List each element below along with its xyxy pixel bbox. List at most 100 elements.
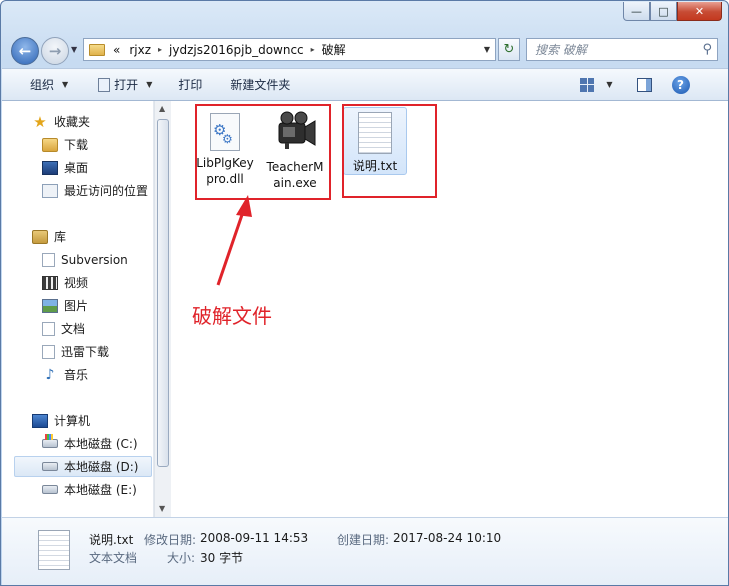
refresh-icon: ↻	[503, 42, 515, 57]
organize-button[interactable]: 组织 ▼	[30, 76, 68, 93]
new-folder-button[interactable]: 新建文件夹	[230, 76, 290, 93]
annotation-label: 破解文件	[192, 304, 272, 328]
sidebar-item-desktop[interactable]: 桌面	[42, 157, 88, 178]
breadcrumb-item[interactable]: rjxz	[129, 43, 151, 57]
sidebar-item-label: 库	[54, 230, 67, 244]
video-icon	[42, 275, 58, 290]
chevron-down-icon: ▼	[146, 80, 153, 89]
details-size-value: 30 字节	[200, 551, 244, 565]
sidebar-item-label: 视频	[64, 276, 89, 290]
annotation-arrow-icon	[216, 195, 252, 286]
sidebar-item-label: 桌面	[64, 161, 89, 175]
details-type: 文本文档	[89, 551, 138, 565]
help-icon: ?	[671, 75, 690, 94]
sidebar-item-recent-places[interactable]: 最近访问的位置	[42, 180, 148, 201]
address-history-icon[interactable]: ▼	[484, 45, 490, 54]
minimize-button[interactable]: —	[623, 2, 650, 21]
arrow-left-icon: ←	[18, 42, 32, 60]
command-bar: 组织 ▼ 打开 ▼ 打印 新建文件夹 ▼ ?	[2, 68, 728, 101]
refresh-button[interactable]: ↻	[498, 38, 520, 61]
search-placeholder: 搜索 破解	[535, 43, 587, 57]
chevron-down-icon: ▼	[71, 45, 78, 54]
star-icon: ★	[33, 112, 47, 131]
document-icon	[42, 252, 55, 267]
sidebar-item-drive-d[interactable]: 本地磁盘 (D:)	[14, 456, 152, 477]
maximize-icon: □	[658, 4, 669, 18]
sidebar-item-label: 迅雷下载	[61, 345, 110, 359]
sidebar-item-label: 收藏夹	[54, 115, 91, 129]
breadcrumb-item[interactable]: 破解	[322, 41, 346, 58]
preview-pane-button[interactable]	[636, 77, 652, 92]
scroll-up-icon[interactable]: ▲	[159, 104, 165, 113]
sidebar-item-label: 图片	[64, 299, 89, 313]
sidebar-item-documents[interactable]: 文档	[42, 318, 85, 339]
sidebar-item-label: 本地磁盘 (E:)	[64, 483, 137, 497]
details-modified-label: 修改日期:	[144, 533, 197, 547]
sidebar-item-label: 本地磁盘 (D:)	[64, 460, 139, 474]
breadcrumb-overflow[interactable]: «	[113, 43, 120, 57]
close-button[interactable]: ✕	[677, 2, 722, 21]
details-pane: 说明.txt 文本文档 修改日期: 2008-09-11 14:53 创建日期:…	[2, 517, 728, 585]
sidebar-item-drive-e[interactable]: 本地磁盘 (E:)	[42, 479, 137, 500]
sidebar-item-thunder-downloads[interactable]: 迅雷下载	[42, 341, 109, 362]
details-created-value: 2017-08-24 10:10	[393, 531, 502, 545]
print-button[interactable]: 打印	[178, 76, 202, 93]
library-icon	[32, 229, 48, 244]
print-label: 打印	[178, 78, 203, 92]
document-icon	[42, 344, 55, 359]
sidebar-item-drive-c[interactable]: 本地磁盘 (C:)	[42, 433, 138, 454]
details-created-label: 创建日期:	[337, 533, 390, 547]
open-button[interactable]: 打开 ▼	[98, 76, 152, 93]
document-icon	[42, 321, 55, 336]
sidebar-item-label: 最近访问的位置	[64, 184, 149, 198]
scroll-thumb[interactable]	[157, 119, 169, 467]
sidebar-item-label: Subversion	[61, 252, 128, 267]
breadcrumb-separator-icon[interactable]: ▸	[158, 45, 162, 54]
navigation-scrollbar[interactable]: ▲ ▼	[154, 101, 171, 517]
recent-pages-dropdown[interactable]: ▼	[71, 45, 77, 54]
sidebar-item-music[interactable]: ♪ 音乐	[42, 364, 88, 385]
forward-button[interactable]: →	[41, 37, 69, 65]
recent-places-icon	[42, 183, 58, 198]
chevron-down-icon: ▼	[606, 80, 613, 89]
sidebar-item-downloads[interactable]: 下载	[42, 134, 88, 155]
annotation-box-readme	[342, 104, 437, 198]
music-note-icon: ♪	[45, 366, 55, 383]
search-icon[interactable]: ⚲	[702, 42, 712, 57]
sidebar-item-computer[interactable]: 计算机	[32, 410, 90, 431]
arrow-right-icon: →	[48, 42, 62, 60]
open-label: 打开	[114, 78, 139, 92]
sidebar-item-videos[interactable]: 视频	[42, 272, 88, 293]
annotation-box-crack-files	[195, 104, 331, 200]
preview-pane-icon	[636, 77, 652, 92]
breadcrumb-item[interactable]: jydzjs2016pjb_downcc	[169, 43, 304, 57]
change-view-button[interactable]: ▼	[580, 77, 613, 92]
chevron-down-icon: ▼	[62, 80, 69, 89]
back-button[interactable]: ←	[11, 37, 39, 65]
sidebar-item-label: 下载	[64, 138, 89, 152]
sidebar-item-libraries[interactable]: 库	[32, 226, 66, 247]
computer-icon	[32, 413, 48, 428]
close-icon: ✕	[694, 4, 705, 18]
search-input[interactable]: 搜索 破解 ⚲	[526, 38, 718, 61]
desktop-icon	[42, 160, 58, 175]
scroll-down-icon[interactable]: ▼	[159, 504, 165, 513]
sidebar-item-label: 音乐	[64, 368, 89, 382]
address-bar[interactable]: « rjxz ▸ jydzjs2016pjb_downcc ▸ 破解 ▼	[83, 38, 496, 61]
maximize-button[interactable]: □	[650, 2, 677, 21]
view-grid-icon	[580, 77, 595, 92]
folder-icon	[89, 43, 105, 56]
help-button[interactable]: ?	[671, 75, 690, 94]
sidebar-item-label: 文档	[61, 322, 86, 336]
download-folder-icon	[42, 137, 58, 152]
sidebar-item-label: 本地磁盘 (C:)	[64, 437, 138, 451]
system-drive-icon	[42, 434, 58, 448]
picture-icon	[42, 298, 58, 313]
explorer-window: — □ ✕ ← → ▼ « rjxz ▸ jydzjs2016pjb_downc…	[0, 0, 729, 586]
sidebar-item-pictures[interactable]: 图片	[42, 295, 88, 316]
organize-label: 组织	[30, 78, 55, 92]
breadcrumb-separator-icon[interactable]: ▸	[311, 45, 315, 54]
sidebar-item-subversion[interactable]: Subversion	[42, 249, 128, 270]
sidebar-item-favorites[interactable]: ★ 收藏夹	[32, 111, 90, 132]
sidebar-item-label: 计算机	[54, 414, 91, 428]
